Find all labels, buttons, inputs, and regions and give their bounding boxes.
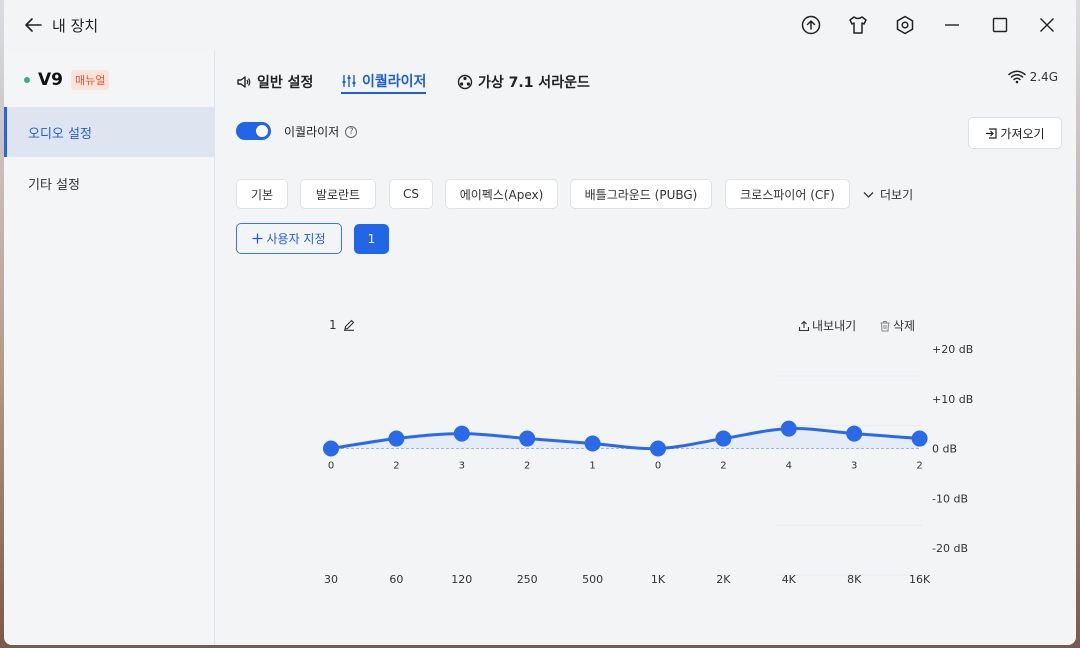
eq-band-value: 1 bbox=[589, 461, 595, 472]
eq-band-value: 2 bbox=[720, 461, 726, 472]
sidebar: V9 매뉴얼 오디오 설정 기타 설정 bbox=[4, 50, 215, 645]
eq-band-handle[interactable] bbox=[715, 430, 732, 447]
x-tick-label: 120 bbox=[451, 573, 472, 586]
eq-band-handle[interactable] bbox=[846, 425, 863, 442]
x-tick-label: 500 bbox=[582, 573, 603, 586]
device-header: V9 매뉴얼 bbox=[24, 70, 110, 90]
device-name: V9 bbox=[38, 70, 63, 90]
connection-status-dot bbox=[24, 77, 30, 83]
y-tick-label: -20 dB bbox=[932, 542, 968, 555]
x-tick-label: 4K bbox=[782, 573, 797, 586]
sidebar-item-label: 오디오 설정 bbox=[28, 126, 92, 142]
eq-band-handle[interactable] bbox=[650, 440, 666, 457]
title-bar: 내 장치 bbox=[4, 0, 1076, 50]
sidebar-item-label: 기타 설정 bbox=[28, 177, 80, 193]
eq-band-handle[interactable] bbox=[584, 435, 601, 452]
back-arrow-icon[interactable] bbox=[22, 14, 44, 36]
eq-band-handle[interactable] bbox=[519, 430, 536, 447]
settings-hex-icon[interactable] bbox=[893, 13, 917, 37]
x-tick-label: 16K bbox=[909, 573, 931, 586]
eq-band-value: 3 bbox=[459, 461, 465, 472]
close-icon[interactable] bbox=[1035, 13, 1059, 37]
app-window: 내 장치 V9 매뉴얼 오디오 설정 기타 설정 일반 설정 이퀄라이저 가상 … bbox=[4, 0, 1076, 645]
upload-icon[interactable] bbox=[799, 13, 823, 37]
x-tick-label: 30 bbox=[324, 573, 338, 586]
sidebar-item-other-settings[interactable]: 기타 설정 bbox=[4, 158, 215, 208]
main-panel: 일반 설정 이퀄라이저 가상 7.1 서라운드 2.4G 이퀄라이저 ? 가져오… bbox=[216, 50, 1076, 645]
eq-band-value: 2 bbox=[524, 461, 530, 472]
equalizer-chart[interactable]: +20 dB+10 dB0 dB-10 dB-20 dB030260312022… bbox=[216, 50, 1076, 610]
sidebar-item-audio-settings[interactable]: 오디오 설정 bbox=[4, 107, 215, 157]
eq-band-handle[interactable] bbox=[780, 420, 797, 437]
eq-band-value: 4 bbox=[786, 461, 792, 472]
y-tick-label: -10 dB bbox=[932, 492, 968, 505]
eq-band-value: 0 bbox=[328, 461, 334, 472]
x-tick-label: 250 bbox=[517, 573, 538, 586]
eq-band-handle[interactable] bbox=[453, 425, 470, 442]
minimize-icon[interactable] bbox=[940, 13, 964, 37]
eq-band-value: 2 bbox=[916, 461, 922, 472]
y-tick-label: 0 dB bbox=[932, 443, 957, 456]
eq-band-handle[interactable] bbox=[388, 430, 405, 447]
x-tick-label: 60 bbox=[389, 573, 403, 586]
x-tick-label: 2K bbox=[716, 573, 731, 586]
shirt-icon[interactable] bbox=[846, 13, 870, 37]
y-tick-label: +10 dB bbox=[932, 393, 973, 406]
eq-band-handle[interactable] bbox=[911, 430, 928, 447]
x-tick-label: 8K bbox=[847, 573, 862, 586]
eq-band-value: 2 bbox=[393, 461, 399, 472]
eq-band-value: 3 bbox=[851, 461, 857, 472]
maximize-icon[interactable] bbox=[988, 13, 1012, 37]
manual-badge[interactable]: 매뉴얼 bbox=[71, 70, 110, 90]
y-tick-label: +20 dB bbox=[932, 343, 973, 356]
eq-band-handle[interactable] bbox=[323, 440, 339, 457]
x-tick-label: 1K bbox=[651, 573, 666, 586]
eq-band-value: 0 bbox=[655, 461, 661, 472]
page-title: 내 장치 bbox=[52, 17, 99, 35]
